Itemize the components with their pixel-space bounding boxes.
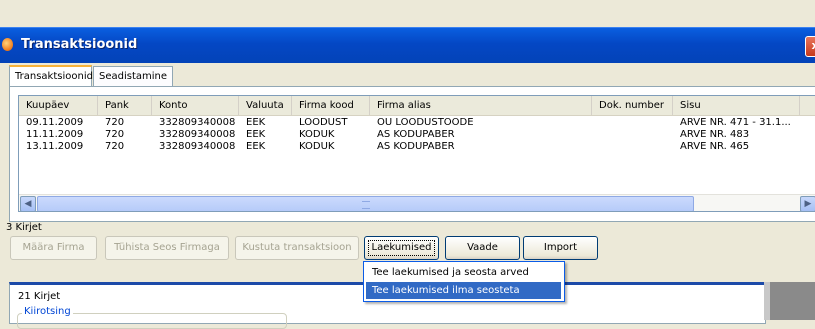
laekumised-button[interactable]: Laekumised [364, 236, 439, 260]
cell-konto: 332809340008 [159, 129, 236, 140]
tuhista-seos-button[interactable]: Tühista Seos Firmaga [105, 236, 229, 260]
tab-seadistamine[interactable]: Seadistamine [93, 66, 173, 86]
import-button[interactable]: Import [523, 236, 598, 260]
close-button[interactable]: x [805, 36, 815, 57]
cell-kuupaev: 09.11.2009 [26, 117, 84, 128]
quick-search-legend: Kiirotsing [22, 306, 73, 317]
window-titlebar[interactable]: Transaktsioonid x [0, 27, 815, 63]
lower-record-count: 21 Kirjet [18, 291, 61, 302]
left-separator [0, 272, 9, 282]
column-header-dok-number[interactable]: Dok. number [592, 96, 673, 115]
cell-firma-kood: LOODUST [299, 117, 348, 128]
column-header-firma-alias[interactable]: Firma alias [370, 96, 592, 115]
table-row[interactable]: 11.11.2009 720 332809340008 EEK KODUK AS… [19, 129, 815, 141]
top-strip [0, 0, 815, 27]
cell-sisu: ARVE NR. 465 [680, 141, 750, 152]
cell-kuupaev: 13.11.2009 [26, 141, 84, 152]
column-header-kuupaev[interactable]: Kuupäev [19, 96, 98, 115]
cell-valuuta: EEK [246, 117, 266, 128]
record-count: 3 Kirjet [6, 222, 42, 233]
right-gray-edge [764, 282, 770, 320]
laekumised-dropdown-menu: Tee laekumised ja seosta arved Tee laeku… [363, 261, 565, 302]
cell-firma-alias: AS KODUPABER [377, 129, 455, 140]
menu-item-tee-laekumised-ilma-seosteta[interactable]: Tee laekumised ilma seosteta [366, 282, 561, 299]
table-row[interactable]: 13.11.2009 720 332809340008 EEK KODUK AS… [19, 141, 815, 153]
column-header-valuuta[interactable]: Valuuta [239, 96, 292, 115]
transactions-table[interactable]: Kuupäev Pank Konto Valuuta Firma kood Fi… [18, 95, 815, 212]
cell-kuupaev: 11.11.2009 [26, 129, 84, 140]
scroll-right-icon[interactable]: ▶ [800, 196, 815, 211]
scroll-left-icon[interactable]: ◀ [20, 196, 36, 211]
tab-transaktsioonid[interactable]: Transaktsioonid [9, 65, 93, 87]
column-header-pank[interactable]: Pank [98, 96, 152, 115]
column-header-sisu[interactable]: Sisu [673, 96, 800, 115]
grip-icon [361, 201, 370, 209]
window-title: Transaktsioonid [21, 37, 138, 52]
cell-konto: 332809340008 [159, 117, 236, 128]
cell-pank: 720 [105, 117, 125, 128]
kustuta-transaktsioon-button[interactable]: Kustuta transaktsioon [235, 236, 359, 260]
cell-firma-kood: KODUK [299, 129, 335, 140]
maara-firma-button[interactable]: Määra Firma [10, 236, 97, 260]
cell-firma-alias: OÜ LOODUSTOODE [377, 117, 474, 128]
menu-item-tee-laekumised-ja-seosta[interactable]: Tee laekumised ja seosta arved [366, 264, 561, 281]
cell-dok-number [592, 129, 680, 141]
table-row[interactable]: 09.11.2009 720 332809340008 EEK LOODUST … [19, 117, 815, 129]
column-header-konto[interactable]: Konto [152, 96, 239, 115]
cell-pank: 720 [105, 141, 125, 152]
cell-dok-number [592, 141, 680, 153]
cell-dok-number [592, 117, 680, 129]
vaade-button[interactable]: Vaade [445, 236, 520, 260]
cell-sisu: ARVE NR. 483 [680, 129, 750, 140]
cell-konto: 332809340008 [159, 141, 236, 152]
cell-pank: 720 [105, 129, 125, 140]
cell-sisu: ARVE NR. 471 - 31.1... [680, 117, 791, 128]
scrollbar-thumb[interactable] [37, 196, 694, 211]
horizontal-scrollbar[interactable]: ◀ ▶ [19, 194, 815, 211]
column-header-firma-kood[interactable]: Firma kood [292, 96, 370, 115]
focus-indicator [368, 240, 435, 256]
table-header: Kuupäev Pank Konto Valuuta Firma kood Fi… [19, 96, 815, 116]
cell-firma-kood: KODUK [299, 141, 335, 152]
cell-valuuta: EEK [246, 141, 266, 152]
app-icon [2, 38, 13, 51]
right-gray-area [764, 282, 815, 320]
cell-valuuta: EEK [246, 129, 266, 140]
cell-firma-alias: AS KODUPABER [377, 141, 455, 152]
